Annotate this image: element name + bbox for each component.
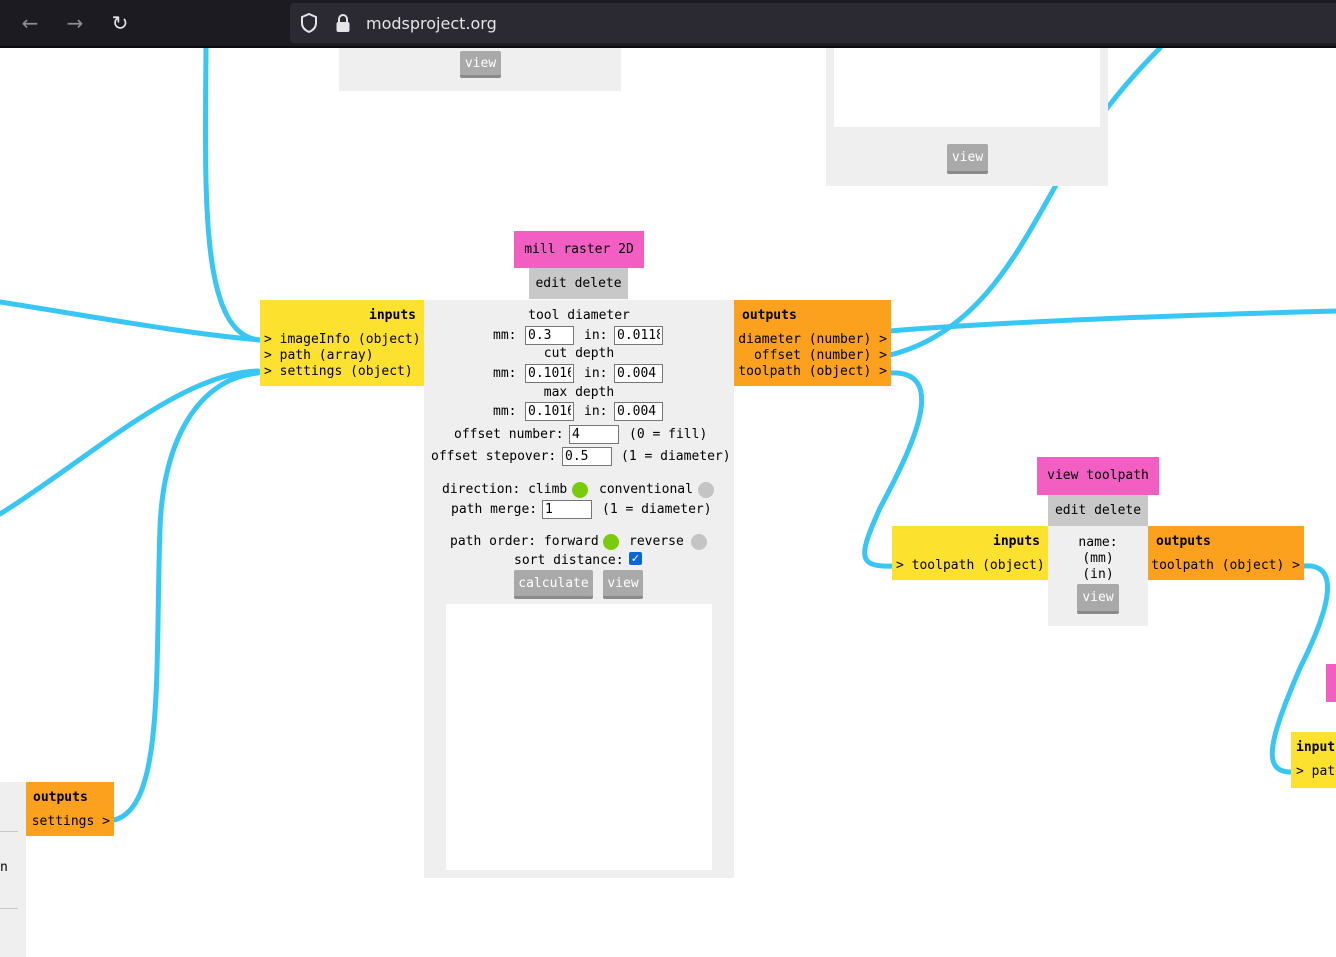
sort-distance-checkbox[interactable]: ✓ — [629, 552, 642, 565]
input-port-path[interactable]: > path — [1296, 764, 1336, 779]
outputs-panel: outputs settings > — [26, 782, 114, 836]
in-label: in: — [584, 366, 608, 381]
direction-label: direction: climb — [442, 482, 568, 497]
path-merge-hint: (1 = diameter) — [602, 502, 712, 517]
tool-diameter-mm-input[interactable] — [525, 326, 574, 345]
divider — [0, 831, 18, 832]
output-port-settings[interactable]: settings > — [32, 814, 110, 829]
outputs-header: outputs — [33, 790, 88, 805]
output-port-offset[interactable]: offset (number) > — [754, 348, 887, 363]
mods-canvas: view view mill raster 2D edit delete inp… — [0, 48, 1336, 957]
path-merge-label: path merge: — [451, 502, 538, 517]
divider — [0, 908, 18, 909]
outputs-panel: outputs toolpath (object) > — [1148, 526, 1304, 580]
wire-top-to-imageinfo — [202, 48, 263, 343]
mm-label: mm: — [493, 328, 517, 343]
browser-toolbar: ← → ↻ modsproject.org — [0, 0, 1336, 48]
mm-line: (mm) — [1082, 551, 1114, 566]
path-merge-input[interactable] — [542, 500, 592, 519]
forward-radio[interactable] — [603, 534, 619, 550]
offset-number-input[interactable] — [569, 425, 619, 444]
url-text[interactable]: modsproject.org — [366, 14, 497, 33]
in-label: in: — [584, 328, 608, 343]
preview-area — [834, 48, 1100, 127]
mm-label: mm: — [493, 366, 517, 381]
output-port-toolpath[interactable]: toolpath (object) > — [738, 364, 887, 379]
output-port-diameter[interactable]: diameter (number) > — [738, 332, 887, 347]
lock-icon[interactable] — [332, 11, 354, 35]
inputs-panel: inputs > imageInfo (object) > path (arra… — [260, 300, 424, 386]
back-icon[interactable]: ← — [15, 8, 45, 38]
input-port-settings[interactable]: > settings (object) — [264, 364, 413, 379]
outputs-panel: outputs diameter (number) > offset (numb… — [734, 300, 891, 386]
inputs-panel: inputs > path — [1291, 732, 1336, 788]
toolpath-preview — [446, 604, 712, 870]
calculate-button[interactable]: calculate — [514, 570, 593, 599]
wire-left-to-path — [0, 368, 261, 517]
reverse-radio[interactable] — [691, 534, 707, 550]
module-top-right: view — [826, 48, 1108, 186]
inputs-header: inputs — [369, 308, 416, 323]
inputs-panel: inputs > toolpath (object) — [892, 526, 1048, 580]
wire-settings-to-settings — [111, 370, 261, 823]
inputs-header: inputs — [1296, 740, 1336, 755]
outputs-header: outputs — [1156, 534, 1211, 549]
view-button[interactable]: view — [947, 144, 988, 174]
outputs-header: outputs — [742, 308, 797, 323]
output-port-toolpath[interactable]: toolpath (object) > — [1151, 558, 1300, 573]
name-line: name: — [1078, 535, 1118, 550]
partial-text: n — [0, 860, 8, 875]
module-title[interactable]: mill raster 2D — [514, 231, 644, 268]
module-bottom-left-body: n — [0, 782, 26, 957]
shield-icon[interactable] — [298, 11, 320, 35]
input-port-path[interactable]: > path (array) — [264, 348, 374, 363]
max-depth-in-input[interactable] — [614, 402, 663, 421]
mill-raster-body: tool diameter mm: in: cut depth mm: in: … — [424, 300, 734, 878]
module-title[interactable]: view toolpath — [1037, 457, 1159, 495]
in-label: in: — [584, 404, 608, 419]
forward-icon[interactable]: → — [60, 8, 90, 38]
sort-distance-label: sort distance: — [514, 553, 624, 568]
view-button[interactable]: view — [460, 51, 501, 78]
max-depth-label: max depth — [543, 385, 615, 400]
mm-label: mm: — [493, 404, 517, 419]
inputs-header: inputs — [993, 534, 1040, 549]
view-toolpath-body: name: (mm) (in) view — [1048, 526, 1148, 626]
reverse-label: reverse — [629, 534, 684, 549]
reload-icon[interactable]: ↻ — [105, 8, 135, 38]
in-line: (in) — [1082, 567, 1114, 582]
offset-number-label: offset number: — [454, 427, 564, 442]
offset-stepover-label: offset stepover: — [431, 449, 557, 464]
climb-radio[interactable] — [572, 482, 588, 498]
cut-depth-in-input[interactable] — [614, 364, 663, 383]
module-top-left: view — [339, 48, 621, 91]
input-port-imageinfo[interactable]: > imageInfo (object) — [264, 332, 421, 347]
path-order-label: path order: forward — [450, 534, 599, 549]
conventional-radio[interactable] — [698, 482, 714, 498]
offset-stepover-input[interactable] — [562, 447, 612, 466]
tool-diameter-label: tool diameter — [528, 308, 630, 323]
view-button[interactable]: view — [1077, 584, 1119, 614]
max-depth-mm-input[interactable] — [525, 402, 574, 421]
address-bar[interactable]: modsproject.org — [290, 3, 1336, 43]
module-title[interactable] — [1326, 664, 1336, 702]
input-port-toolpath[interactable]: > toolpath (object) — [896, 558, 1045, 573]
edit-delete-bar[interactable]: edit delete — [1048, 495, 1148, 526]
edit-delete-bar[interactable]: edit delete — [529, 268, 628, 299]
conventional-label: conventional — [599, 482, 693, 497]
cut-depth-mm-input[interactable] — [525, 364, 574, 383]
offset-stepover-hint: (1 = diameter) — [621, 449, 731, 464]
cut-depth-label: cut depth — [543, 346, 615, 361]
tool-diameter-in-input[interactable] — [614, 326, 663, 345]
view-button[interactable]: view — [603, 570, 643, 599]
offset-number-hint: (0 = fill) — [629, 427, 708, 442]
